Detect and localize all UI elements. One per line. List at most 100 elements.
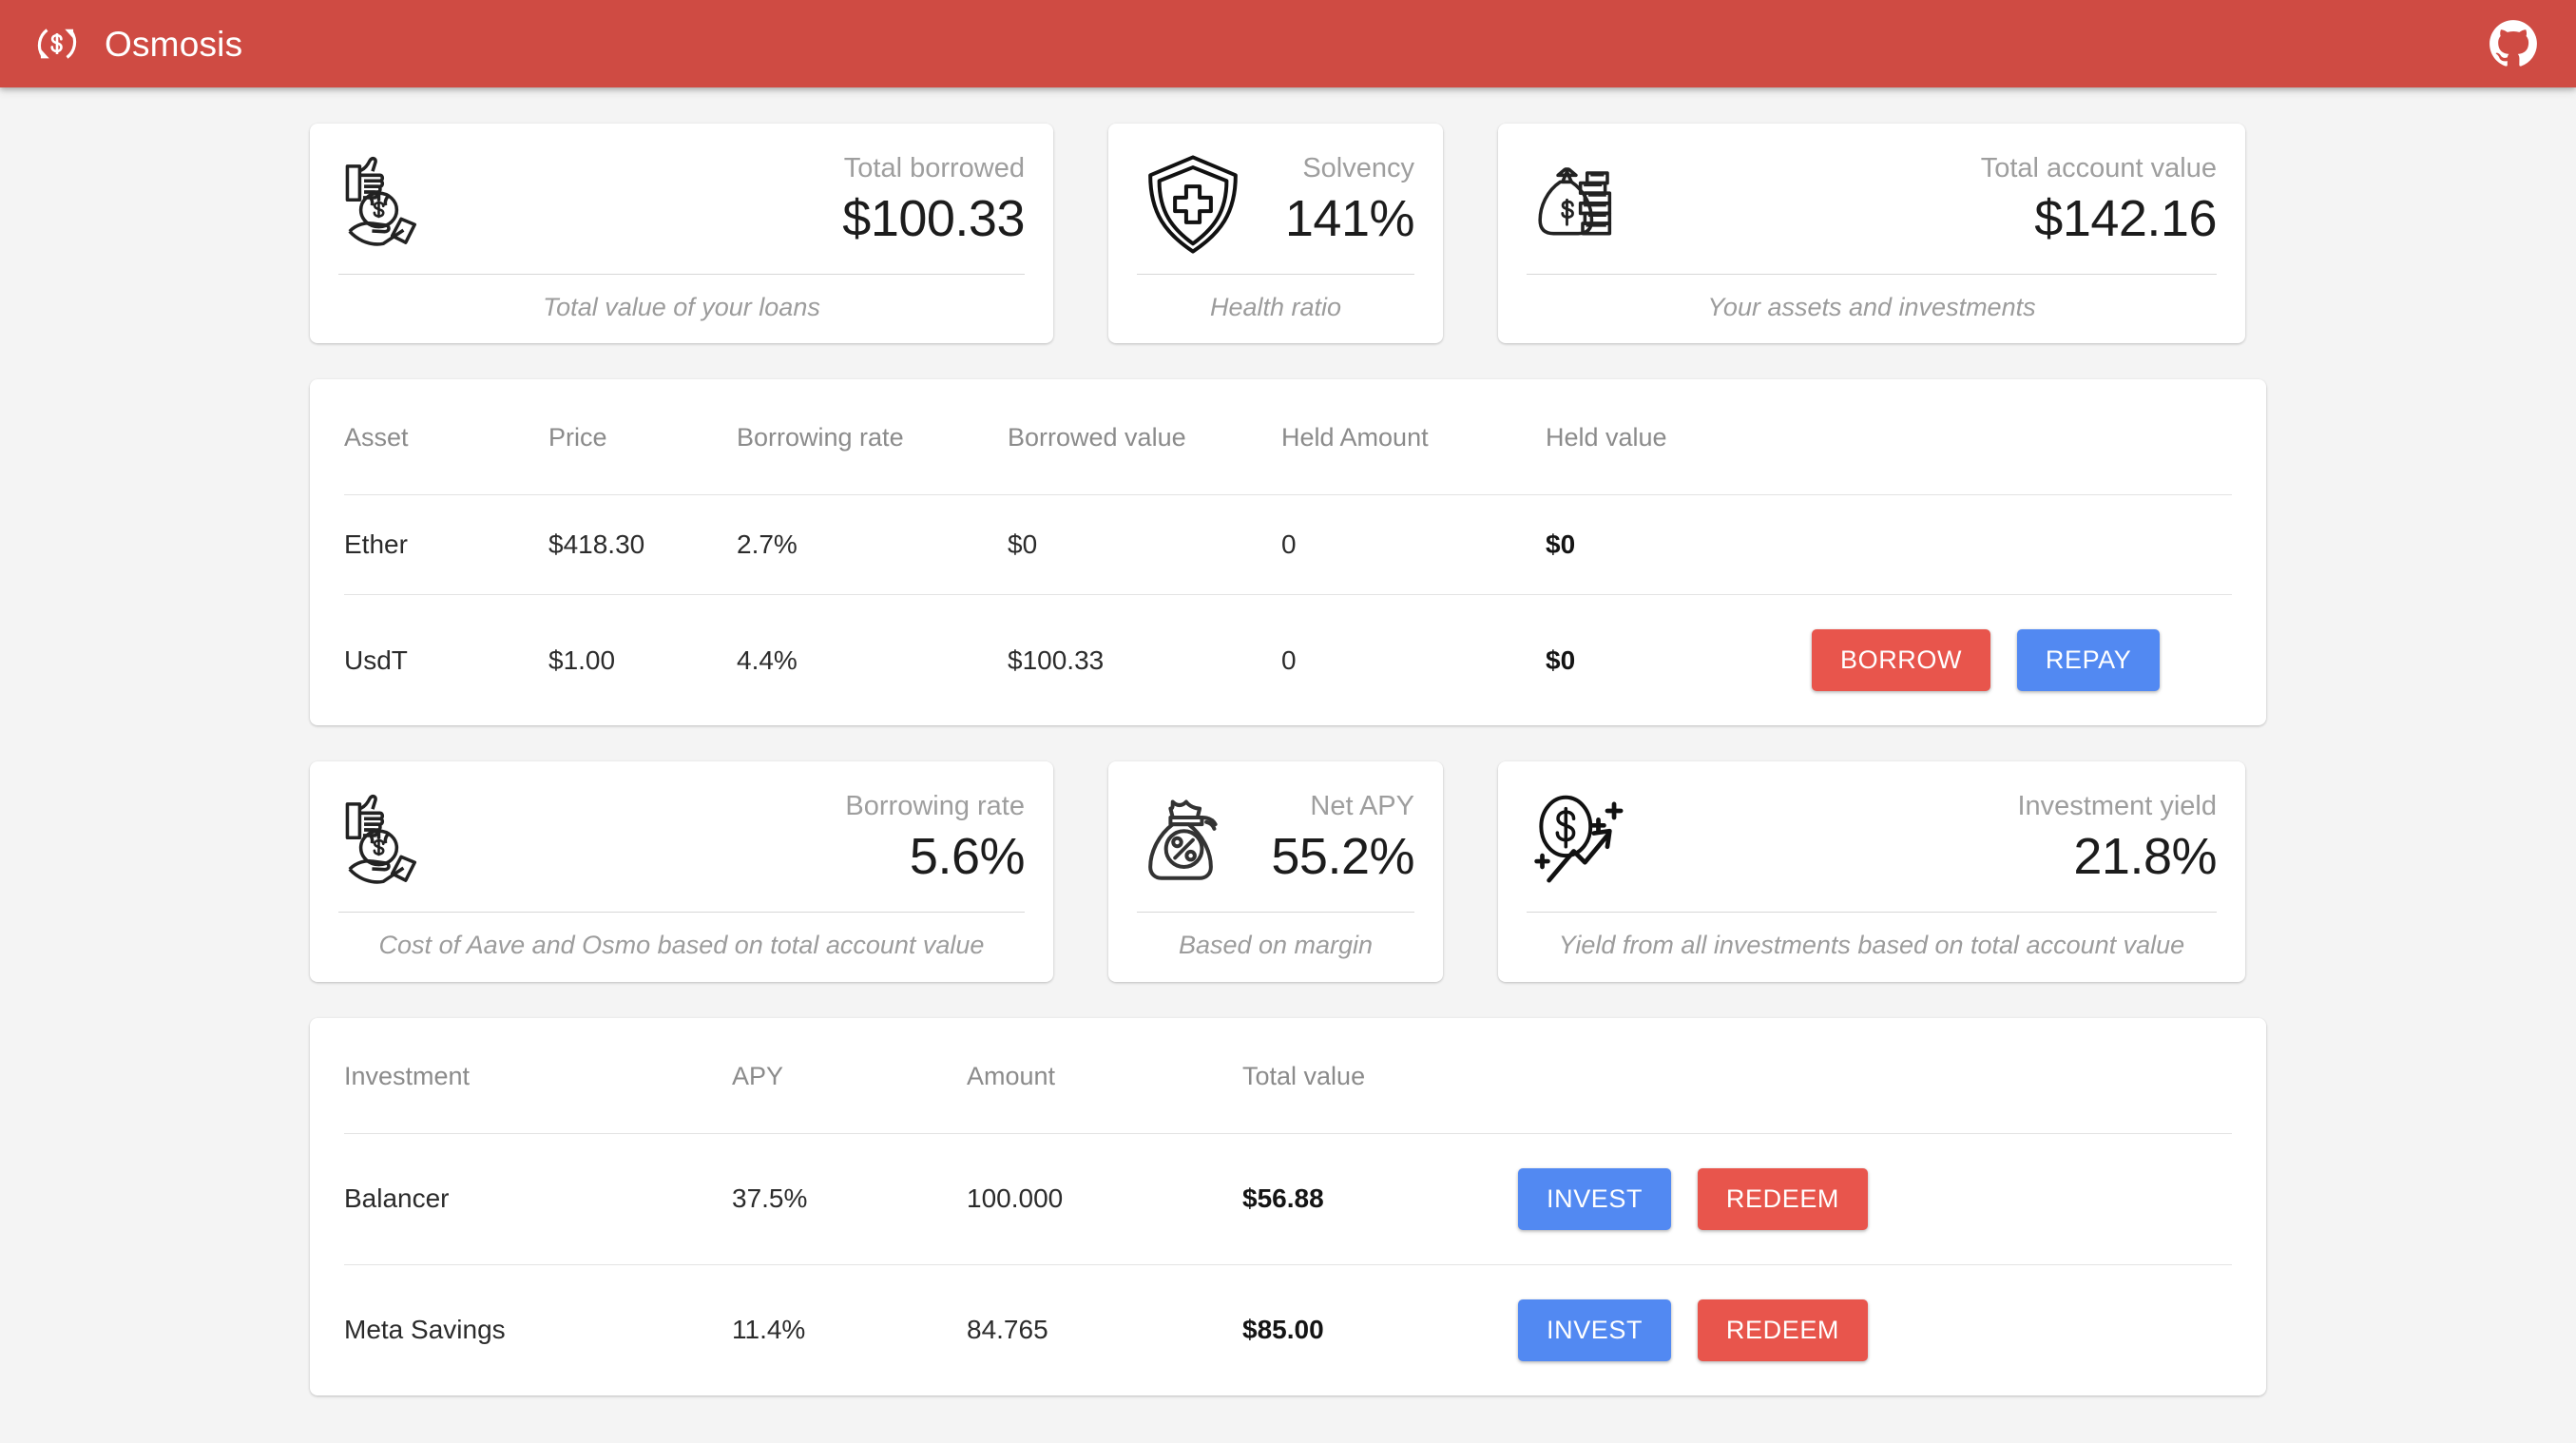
stat-caption: Health ratio: [1209, 293, 1342, 321]
table-row: Meta Savings 11.4% 84.765 $85.00 INVEST …: [344, 1264, 2232, 1395]
stat-value: $100.33: [842, 189, 1025, 247]
stat-label: Borrowing rate: [845, 791, 1025, 822]
column-header-borrowed-value: Borrowed value: [1008, 379, 1281, 496]
column-header-investment: Investment: [344, 1017, 732, 1134]
column-header-total-value: Total value: [1242, 1017, 1518, 1134]
investments-header-row: Investment APY Amount Total value: [344, 1017, 2232, 1134]
invest-button[interactable]: INVEST: [1518, 1167, 1672, 1230]
stat-card-net-apy: Net APY 55.2% Based on margin: [1108, 761, 1443, 982]
cell-held-value: $0: [1546, 494, 1812, 596]
github-icon[interactable]: [2489, 19, 2538, 68]
hand-holding-money-bag-icon: [338, 786, 451, 898]
assets-table-card: Asset Price Borrowing rate Borrowed valu…: [310, 379, 2266, 726]
stat-card-text: Total borrowed $100.33: [842, 148, 1025, 251]
stat-caption: Yield from all investments based on tota…: [1558, 931, 2185, 960]
column-header-actions: [1518, 1017, 2232, 1134]
header-actions: [2489, 19, 2538, 68]
cell-apy: 37.5%: [732, 1133, 967, 1265]
stat-card-solvency: Solvency 141% Health ratio: [1108, 124, 1443, 344]
stat-label: Net APY: [1310, 791, 1414, 822]
cell-actions: INVEST REDEEM: [1518, 1264, 2232, 1395]
column-header-held-value: Held value: [1546, 379, 1812, 496]
cell-borrowing-rate: 2.7%: [737, 494, 1008, 596]
stat-card-top: Borrowing rate 5.6%: [338, 786, 1026, 906]
dollar-refresh-icon: [30, 17, 84, 70]
stat-card-text: Borrowing rate 5.6%: [845, 786, 1025, 889]
table-row: UsdT $1.00 4.4% $100.33 0 $0 BORROW REPA…: [344, 595, 2232, 726]
cell-investment: Balancer: [344, 1133, 732, 1265]
assets-header-row: Asset Price Borrowing rate Borrowed valu…: [344, 379, 2232, 496]
cell-asset: UsdT: [344, 645, 408, 675]
stat-card-top: Net APY 55.2%: [1137, 786, 1414, 906]
investments-table-head: Investment APY Amount Total value: [344, 1017, 2232, 1134]
stat-value: $142.16: [2034, 189, 2217, 247]
stat-card-top: Investment yield 21.8%: [1527, 786, 2217, 906]
cell-amount: 100.000: [967, 1133, 1242, 1265]
borrow-button[interactable]: BORROW: [1812, 629, 1991, 692]
stat-label: Total account value: [1980, 153, 2217, 183]
stat-card-borrowing-rate: Borrowing rate 5.6% Cost of Aave and Osm…: [310, 761, 1053, 982]
cell-price: $418.30: [548, 494, 737, 596]
stat-value: 21.8%: [2073, 828, 2217, 886]
redeem-button[interactable]: REDEEM: [1697, 1167, 1869, 1230]
cell-amount: 84.765: [967, 1315, 1048, 1345]
investments-table-card: Investment APY Amount Total value Balanc…: [310, 1017, 2266, 1395]
repay-button[interactable]: REPAY: [2016, 629, 2161, 692]
content-container: Total borrowed $100.33 Total value of yo…: [310, 124, 2266, 1395]
stats-row-top: Total borrowed $100.33 Total value of yo…: [310, 124, 2266, 344]
cell-actions: BORROW REPAY: [1812, 595, 2232, 726]
stat-card-top: Solvency 141%: [1137, 148, 1415, 268]
cell-apy: 11.4%: [732, 1315, 806, 1345]
hand-holding-money-bag-icon: [338, 148, 451, 260]
stat-card-text: Investment yield 21.8%: [2017, 786, 2217, 889]
column-header-borrowing-rate: Borrowing rate: [737, 379, 1008, 496]
investments-table-body: Balancer 37.5% 100.000 $56.88 INVEST RED…: [344, 1133, 2232, 1395]
shield-plus-icon: [1137, 148, 1249, 260]
assets-table: Asset Price Borrowing rate Borrowed valu…: [344, 379, 2232, 725]
cell-borrowed-value: $100.33: [1008, 645, 1105, 675]
cell-held-amount: 0: [1281, 645, 1297, 675]
stat-value: 141%: [1284, 189, 1415, 247]
investments-table: Investment APY Amount Total value Balanc…: [344, 1017, 2232, 1395]
dollar-growth-arrow-icon: [1527, 786, 1639, 898]
cell-total-value: $56.88: [1242, 1133, 1518, 1265]
cell-investment: Meta Savings: [344, 1315, 506, 1345]
table-row: Ether $418.30 2.7% $0 0 $0: [344, 494, 2232, 596]
stat-caption: Based on margin: [1178, 931, 1374, 960]
cell-total-value: $85.00: [1242, 1315, 1324, 1345]
stat-value: 55.2%: [1271, 828, 1414, 886]
stat-card-text: Solvency 141%: [1284, 148, 1415, 251]
cell-borrowing-rate: 4.4%: [737, 645, 798, 675]
column-header-actions: [1812, 379, 2232, 496]
stat-card-total-account-value: Total account value $142.16 Your assets …: [1498, 124, 2245, 344]
brand: Osmosis: [30, 17, 242, 70]
page-body: Total borrowed $100.33 Total value of yo…: [0, 87, 2576, 1395]
cell-actions: INVEST REDEEM: [1518, 1133, 2232, 1265]
stat-label: Solvency: [1302, 153, 1414, 183]
assets-table-body: Ether $418.30 2.7% $0 0 $0 UsdT $1.00 4.…: [344, 494, 2232, 726]
cell-held-amount: 0: [1281, 494, 1546, 596]
stats-row-bottom: Borrowing rate 5.6% Cost of Aave and Osm…: [310, 761, 2266, 982]
stat-caption: Your assets and investments: [1707, 293, 2036, 321]
app-header: Osmosis: [0, 0, 2576, 87]
column-header-amount: Amount: [967, 1017, 1242, 1134]
stat-caption: Cost of Aave and Osmo based on total acc…: [378, 931, 985, 960]
stat-card-top: Total account value $142.16: [1527, 148, 2217, 268]
assets-table-head: Asset Price Borrowing rate Borrowed valu…: [344, 379, 2232, 496]
cell-held-value: $0: [1546, 645, 1576, 675]
cell-asset: Ether: [344, 494, 548, 596]
stat-caption: Total value of your loans: [543, 293, 820, 321]
column-header-asset: Asset: [344, 379, 548, 496]
invest-button[interactable]: INVEST: [1518, 1299, 1672, 1361]
column-header-price: Price: [548, 379, 737, 496]
column-header-apy: APY: [732, 1017, 967, 1134]
money-bag-coins-icon: [1527, 148, 1639, 260]
stat-value: 5.6%: [909, 828, 1026, 886]
redeem-button[interactable]: REDEEM: [1697, 1299, 1869, 1361]
money-bag-percent-icon: [1137, 786, 1249, 898]
stat-card-text: Net APY 55.2%: [1271, 786, 1414, 889]
stat-card-text: Total account value $142.16: [1980, 148, 2218, 251]
stat-card-investment-yield: Investment yield 21.8% Yield from all in…: [1498, 761, 2245, 982]
stat-label: Total borrowed: [843, 153, 1025, 183]
app-title: Osmosis: [105, 24, 243, 64]
